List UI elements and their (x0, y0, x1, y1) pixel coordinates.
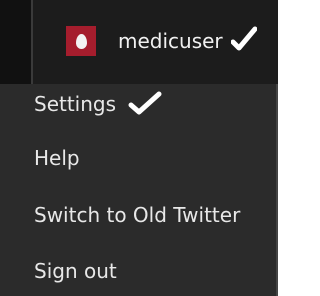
menu-item-label: Settings (34, 92, 117, 116)
account-header: medicuser (0, 0, 278, 84)
checkmark-icon (128, 91, 162, 115)
checkmark-icon (230, 26, 257, 51)
menu-item-sign-out[interactable]: Sign out (34, 257, 117, 285)
topbar-left-panel (0, 0, 33, 84)
menu-item-label: Help (34, 146, 80, 170)
menu-item-help[interactable]: Help (34, 144, 80, 172)
menu-item-label: Switch to Old Twitter (34, 203, 241, 227)
avatar (66, 26, 96, 56)
username-label: medicuser (118, 29, 223, 53)
menu-item-settings[interactable]: Settings (34, 90, 162, 118)
menu-item-switch-to-old-twitter[interactable]: Switch to Old Twitter (34, 201, 240, 229)
menu-item-label: Sign out (34, 259, 117, 283)
user-menu-toggle[interactable]: medicuser (66, 26, 257, 56)
account-dropdown-menu: medicuser Settings Help Switch to Old Tw… (0, 0, 278, 296)
egg-avatar-icon (75, 33, 87, 49)
